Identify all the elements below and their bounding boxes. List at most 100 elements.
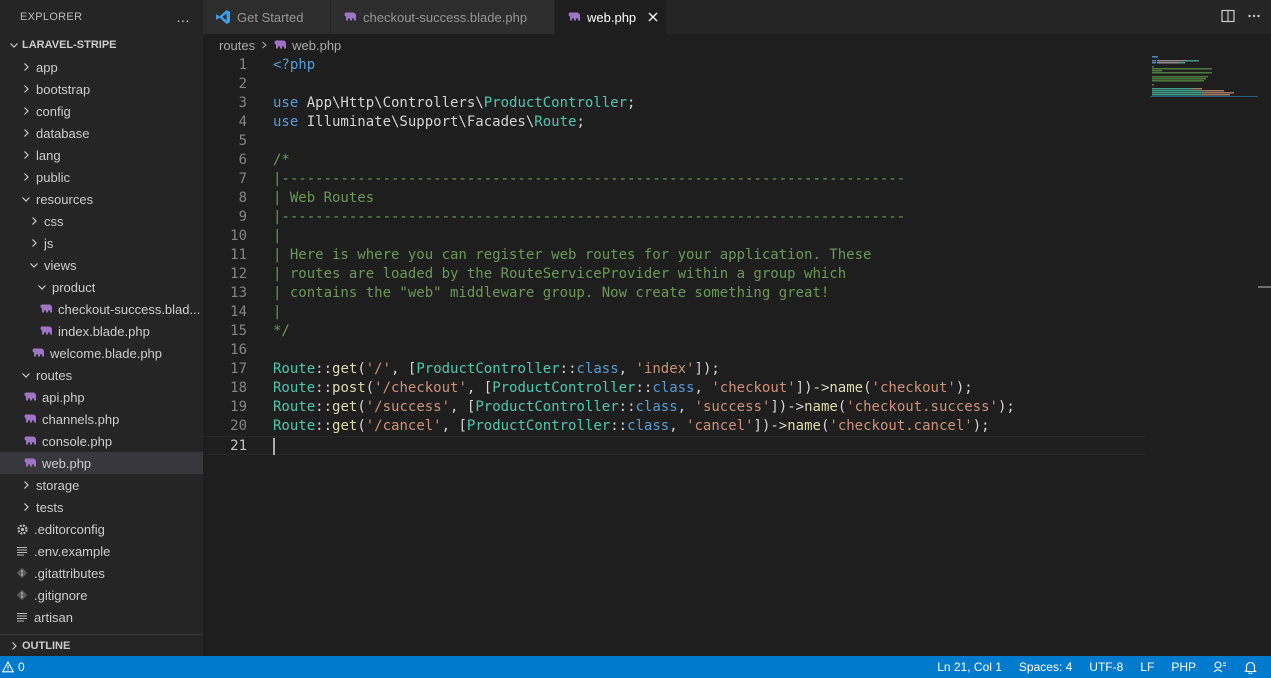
code-line[interactable]: 15 */ <box>203 322 1145 341</box>
tab-get-started[interactable]: Get Started <box>203 0 331 34</box>
php-elephant-icon <box>38 323 54 339</box>
php-elephant-icon <box>22 433 38 449</box>
code-token: use <box>273 95 307 111</box>
code-token: , [ <box>391 361 417 377</box>
line-number: 13 <box>230 285 247 301</box>
breadcrumb-folder[interactable]: routes <box>219 38 255 53</box>
tree-folder-js[interactable]: js <box>0 232 203 254</box>
code-line[interactable]: 16 <box>203 341 1145 360</box>
tree-file-welcome-blade-php[interactable]: welcome.blade.php <box>0 342 203 364</box>
tree-folder-bootstrap[interactable]: bootstrap <box>0 78 203 100</box>
tree-file-api-php[interactable]: api.php <box>0 386 203 408</box>
tab-checkout-success[interactable]: checkout-success.blade.php <box>331 0 555 34</box>
tree-folder-config[interactable]: config <box>0 100 203 122</box>
tree-folder-resources[interactable]: resources <box>0 188 203 210</box>
tab-label: Get Started <box>237 9 304 25</box>
end-of-line[interactable]: LF <box>1140 660 1154 674</box>
tree-item-label: routes <box>36 367 73 383</box>
feedback-icon[interactable] <box>1213 660 1227 674</box>
encoding[interactable]: UTF-8 <box>1089 660 1123 674</box>
code-line[interactable]: 18 Route::post('/checkout', [ProductContr… <box>203 379 1145 398</box>
code-token: name <box>804 399 838 415</box>
tree-folder-database[interactable]: database <box>0 122 203 144</box>
scrollbar-marker[interactable] <box>1258 286 1271 288</box>
cursor-position[interactable]: Ln 21, Col 1 <box>937 660 1002 674</box>
more-actions-icon[interactable] <box>1247 9 1261 26</box>
bell-icon[interactable] <box>1244 660 1257 674</box>
tree-item-label: css <box>44 213 64 229</box>
code-token: ( <box>365 380 375 396</box>
outline-section[interactable]: OUTLINE <box>0 634 203 656</box>
split-editor-icon[interactable] <box>1221 9 1235 26</box>
tree-folder-lang[interactable]: lang <box>0 144 203 166</box>
code-token: Route <box>273 399 316 415</box>
tree-file-web-php[interactable]: web.php <box>0 452 203 474</box>
problems-indicator[interactable]: 0 <box>2 660 25 674</box>
breadcrumb-file[interactable]: web.php <box>292 38 341 53</box>
code-line[interactable]: 3 use App\Http\Controllers\ProductControl… <box>203 94 1145 113</box>
indentation[interactable]: Spaces: 4 <box>1019 660 1072 674</box>
line-number: 3 <box>238 95 247 111</box>
code-line[interactable]: 4 use Illuminate\Support\Facades\Route; <box>203 113 1145 132</box>
tree-folder-public[interactable]: public <box>0 166 203 188</box>
project-name: LARAVEL-STRIPE <box>22 39 117 51</box>
line-number: 19 <box>230 399 247 415</box>
tree-folder-routes[interactable]: routes <box>0 364 203 386</box>
project-root[interactable]: LARAVEL-STRIPE <box>0 34 203 56</box>
line-number: 20 <box>230 418 247 434</box>
more-actions-icon[interactable]: … <box>176 9 191 25</box>
code-line[interactable]: 13 | contains the "web" middleware group.… <box>203 284 1145 303</box>
tab-web-php[interactable]: web.php <box>555 0 667 34</box>
code-token: ])-> <box>770 399 805 415</box>
tree-folder-app[interactable]: app <box>0 56 203 78</box>
tree-file-console-php[interactable]: console.php <box>0 430 203 452</box>
tree-item-label: bootstrap <box>36 81 91 97</box>
tree-folder-storage[interactable]: storage <box>0 474 203 496</box>
code-line[interactable]: 14 | <box>203 303 1145 322</box>
tree-folder-css[interactable]: css <box>0 210 203 232</box>
code-editor[interactable]: 1 <?php 2 3 use App\Http\Controllers\Product… <box>203 56 1271 656</box>
tree-file-gitignore[interactable]: .gitignore <box>0 584 203 606</box>
close-icon[interactable] <box>648 12 658 22</box>
language-mode[interactable]: PHP <box>1171 660 1196 674</box>
code-token: | contains the "web" middleware group. N… <box>273 285 830 301</box>
tree-folder-product[interactable]: product <box>0 276 203 298</box>
code-line[interactable]: 6 /* <box>203 151 1145 170</box>
code-text: Route::post('/checkout', [ProductControl… <box>273 379 973 398</box>
tree-folder-tests[interactable]: tests <box>0 496 203 518</box>
minimap[interactable] <box>1150 56 1260 116</box>
code-line[interactable]: 17 Route::get('/', [ProductController::cl… <box>203 360 1145 379</box>
code-line[interactable]: 8 | Web Routes <box>203 189 1145 208</box>
code-token: , <box>694 380 712 396</box>
code-token: :: <box>559 361 577 377</box>
tree-file-gitattributes[interactable]: .gitattributes <box>0 562 203 584</box>
code-token: ProductController <box>466 418 611 434</box>
tree-file-index-blade-php[interactable]: index.blade.php <box>0 320 203 342</box>
code-text: Route::get('/', [ProductController::clas… <box>273 360 720 379</box>
tree-file-channels-php[interactable]: channels.php <box>0 408 203 430</box>
line-number: 1 <box>238 57 247 73</box>
tree-file-checkout-success-blad[interactable]: checkout-success.blad... <box>0 298 203 320</box>
tree-folder-views[interactable]: views <box>0 254 203 276</box>
code-line[interactable]: 5 <box>203 132 1145 151</box>
code-line[interactable]: 12 | routes are loaded by the RouteServic… <box>203 265 1145 284</box>
code-line[interactable]: 20 Route::get('/cancel', [ProductControll… <box>203 417 1145 436</box>
chevron-down-icon <box>18 367 34 383</box>
code-line[interactable]: 10 | <box>203 227 1145 246</box>
code-line[interactable]: 1 <?php <box>203 56 1145 75</box>
code-line[interactable]: 2 <box>203 75 1145 94</box>
code-line[interactable]: 21 <box>203 436 1145 455</box>
code-token: '/' <box>365 361 392 377</box>
code-line[interactable]: 19 Route::get('/success', [ProductControl… <box>203 398 1145 417</box>
code-line[interactable]: 9 |--------------------------------------… <box>203 208 1145 227</box>
code-text: use App\Http\Controllers\ProductControll… <box>273 94 635 113</box>
tree-file-editorconfig[interactable]: .editorconfig <box>0 518 203 540</box>
chevron-down-icon <box>6 37 22 53</box>
chevron-down-icon <box>18 191 34 207</box>
tree-file-artisan[interactable]: artisan <box>0 606 203 628</box>
chevron-right-icon <box>259 40 269 50</box>
code-text: | contains the "web" middleware group. N… <box>273 284 829 303</box>
code-line[interactable]: 11 | Here is where you can register web r… <box>203 246 1145 265</box>
tree-file-env-example[interactable]: .env.example <box>0 540 203 562</box>
code-line[interactable]: 7 |--------------------------------------… <box>203 170 1145 189</box>
